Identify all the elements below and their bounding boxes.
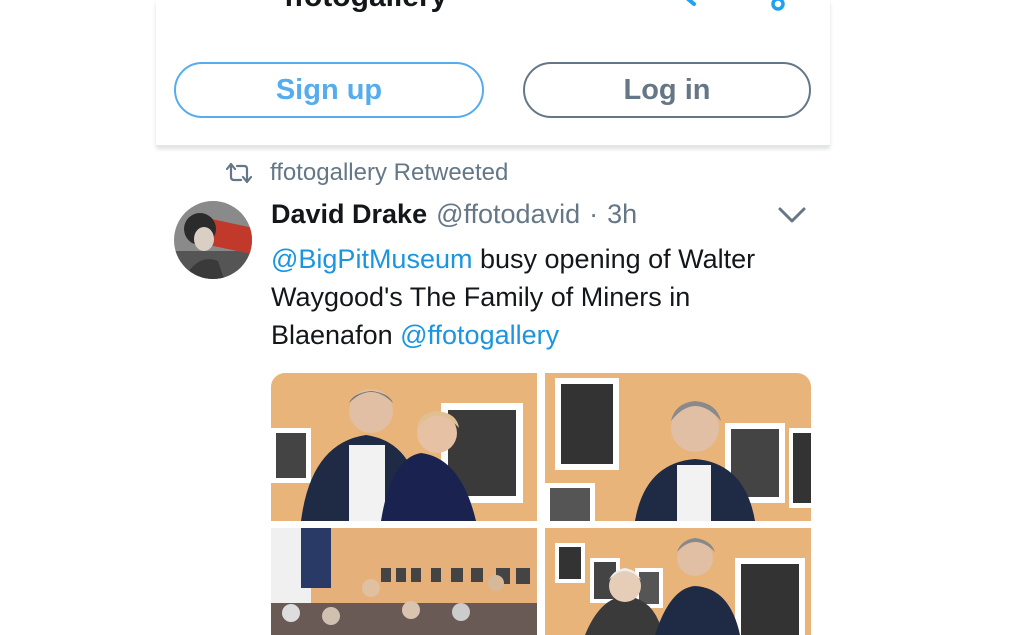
author-handle[interactable]: @ffotodavid bbox=[436, 199, 580, 230]
log-in-button[interactable]: Log in bbox=[523, 62, 811, 118]
page-title: ffotogallery bbox=[284, 0, 447, 14]
sign-up-button[interactable]: Sign up bbox=[174, 62, 484, 118]
tweet-photo[interactable] bbox=[271, 528, 537, 635]
tweet-photo[interactable] bbox=[545, 528, 811, 635]
mention-link[interactable]: @ffotogallery bbox=[400, 320, 559, 350]
retweet-context-label: ffotogallery Retweeted bbox=[270, 159, 509, 186]
tweet-header: David Drake @ffotodavid · 3h bbox=[271, 199, 637, 235]
author-name[interactable]: David Drake bbox=[271, 199, 427, 230]
person-icon[interactable] bbox=[766, 0, 790, 12]
photo-grid bbox=[271, 373, 811, 635]
mention-link[interactable]: @BigPitMuseum bbox=[271, 244, 472, 274]
retweet-icon bbox=[226, 162, 252, 184]
tweet-time[interactable]: 3h bbox=[607, 199, 637, 230]
tweet-text: @BigPitMuseum busy opening of Walter Way… bbox=[271, 240, 816, 354]
tweet-photo[interactable] bbox=[545, 373, 811, 521]
avatar[interactable] bbox=[174, 201, 252, 279]
search-icon[interactable] bbox=[654, 0, 698, 10]
retweet-context: ffotogallery Retweeted bbox=[226, 158, 508, 188]
tweet-photo[interactable] bbox=[271, 373, 537, 521]
chevron-down-icon[interactable] bbox=[778, 206, 806, 224]
top-bar: ffotogallery Sign up Log in bbox=[156, 0, 830, 146]
twitter-bird-icon[interactable] bbox=[176, 0, 224, 6]
separator-dot: · bbox=[589, 199, 599, 229]
